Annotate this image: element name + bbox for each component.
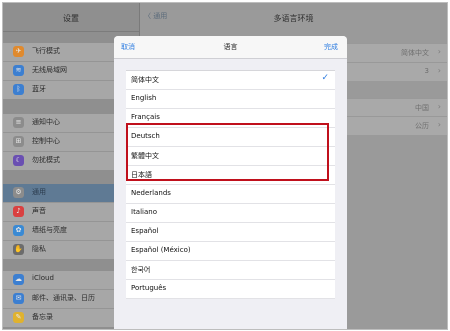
language-label: Deutsch bbox=[131, 132, 160, 140]
icloud-icon: ☁ bbox=[13, 274, 24, 285]
detail-row-value: 中国 bbox=[415, 104, 429, 112]
sidebar-item-label: 蓝牙 bbox=[32, 85, 46, 93]
detail-row[interactable]: 公历 › bbox=[336, 116, 447, 135]
sidebar-header-divider bbox=[3, 31, 139, 32]
do-not-disturb-icon: ☾ bbox=[13, 155, 24, 166]
screenshot-frame: 设置 ✈飞行模式≋无线局域网43ᛒ蓝牙≡通知中心⊞控制中心☾勿扰模式⚙通用♪声音… bbox=[2, 2, 448, 330]
sidebar-item-label: 邮件、通讯录、日历 bbox=[32, 294, 95, 302]
language-option[interactable]: 繁體中文 bbox=[126, 147, 335, 166]
language-option[interactable]: Español (México) bbox=[126, 242, 335, 261]
modal-navbar: 取消 语言 完成 bbox=[114, 36, 347, 59]
checkmark-icon: ✓ bbox=[321, 73, 329, 83]
chevron-right-icon: › bbox=[437, 120, 441, 129]
detail-row-value: 3 bbox=[424, 67, 429, 75]
sidebar-item-label: 飞行模式 bbox=[32, 47, 60, 55]
mail-icon: ✉ bbox=[13, 293, 24, 304]
airplane-icon: ✈ bbox=[13, 46, 24, 57]
language-option[interactable]: Deutsch bbox=[126, 128, 335, 147]
chevron-right-icon: › bbox=[437, 102, 441, 111]
language-option[interactable]: 한국어 bbox=[126, 261, 335, 280]
language-label: 繁體中文 bbox=[131, 152, 159, 160]
language-label: Português bbox=[131, 284, 167, 292]
sidebar-item-label: 通用 bbox=[32, 188, 46, 196]
language-option[interactable]: Nederlands bbox=[126, 185, 335, 204]
language-option[interactable]: Italiano bbox=[126, 204, 335, 223]
general-icon: ⚙ bbox=[13, 187, 24, 198]
sounds-icon: ♪ bbox=[13, 206, 24, 217]
language-label: Español (México) bbox=[131, 246, 191, 254]
privacy-icon: ✋ bbox=[13, 244, 24, 255]
language-option[interactable]: 简体中文 ✓ bbox=[126, 71, 335, 90]
done-button[interactable]: 完成 bbox=[324, 42, 338, 52]
detail-row-value: 简体中文 bbox=[401, 49, 429, 57]
language-option[interactable]: 日本語 bbox=[126, 166, 335, 185]
sidebar-item-label: 无线局域网 bbox=[32, 66, 67, 74]
detail-row[interactable]: 简体中文 › bbox=[336, 43, 447, 62]
notes-icon: ✎ bbox=[13, 312, 24, 323]
control-center-icon: ⊞ bbox=[13, 136, 24, 147]
settings-title: 设置 bbox=[63, 14, 79, 23]
language-label: Italiano bbox=[131, 208, 157, 216]
language-list: 简体中文 ✓ English Français Deutsch 繁體中文日本語 Nederl… bbox=[126, 70, 335, 299]
chevron-right-icon: › bbox=[437, 47, 441, 56]
sidebar-item-label: 备忘录 bbox=[32, 313, 53, 321]
chevron-right-icon: › bbox=[437, 66, 441, 75]
language-label: 日本語 bbox=[131, 171, 152, 179]
modal-title: 语言 bbox=[223, 43, 238, 51]
sidebar-item-label: 隐私 bbox=[32, 245, 46, 253]
language-option[interactable]: Français bbox=[126, 109, 335, 128]
detail-row[interactable]: 中国 › bbox=[336, 98, 447, 117]
sidebar-item-label: 通知中心 bbox=[32, 118, 60, 126]
notification-center-icon: ≡ bbox=[13, 117, 24, 128]
detail-row-value: 公历 bbox=[415, 122, 429, 130]
language-label: Nederlands bbox=[131, 189, 171, 197]
language-label: 简体中文 bbox=[131, 76, 159, 84]
wifi-icon: ≋ bbox=[13, 65, 24, 76]
language-modal: 取消 语言 完成 简体中文 ✓ English Français Deutsch 繁體中文… bbox=[114, 36, 347, 329]
detail-row[interactable]: 3 › bbox=[336, 62, 447, 81]
sidebar-item-label: 控制中心 bbox=[32, 137, 60, 145]
language-option[interactable]: Português bbox=[126, 280, 335, 299]
language-label: English bbox=[131, 94, 157, 102]
language-label: Español bbox=[131, 227, 159, 235]
sidebar-item-label: iCloud bbox=[32, 274, 54, 282]
detail-title: 多语言环境 bbox=[273, 14, 314, 23]
language-label: Français bbox=[131, 113, 160, 121]
language-label: 한국어 bbox=[131, 266, 151, 274]
sidebar-item-label: 墙纸与亮度 bbox=[32, 226, 67, 234]
language-option[interactable]: Español bbox=[126, 223, 335, 242]
sidebar-item-label: 声音 bbox=[32, 207, 46, 215]
bluetooth-icon: ᛒ bbox=[13, 84, 24, 95]
language-option[interactable]: English bbox=[126, 90, 335, 109]
wallpaper-brightness-icon: ✿ bbox=[13, 225, 24, 236]
sidebar-item-label: 勿扰模式 bbox=[32, 156, 60, 164]
